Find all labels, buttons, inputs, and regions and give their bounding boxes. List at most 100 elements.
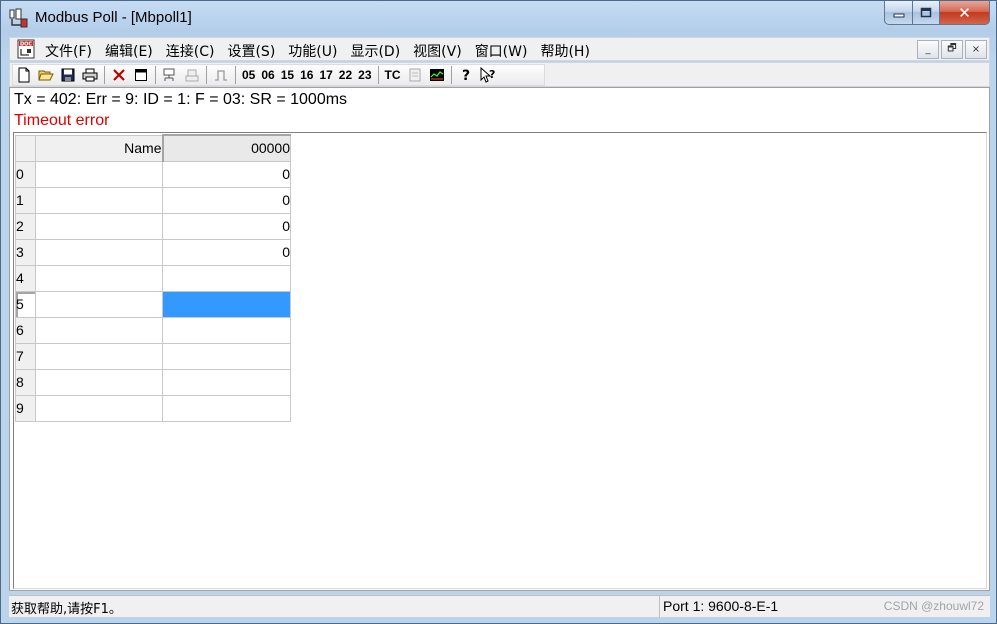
print-button[interactable] (79, 65, 101, 85)
name-cell[interactable] (35, 212, 163, 240)
name-cell[interactable] (35, 394, 163, 422)
help-question-icon: ? (462, 68, 470, 83)
row-header[interactable]: 4 (15, 264, 36, 292)
traffic-button[interactable] (404, 65, 426, 85)
help-button[interactable]: ? (455, 65, 477, 85)
tc-button[interactable]: TC (382, 68, 404, 82)
chart-button[interactable] (426, 65, 448, 85)
title-bar[interactable]: Modbus Poll - [Mbpoll1] ✕ (1, 1, 996, 35)
value-cell[interactable] (162, 264, 291, 292)
window-controls: ✕ (884, 1, 990, 25)
menu-setup[interactable]: 设置(S) (226, 41, 282, 61)
mdi-close-button[interactable]: × (965, 40, 987, 59)
toolbar-separator (104, 66, 105, 84)
mdi-minimize-button[interactable]: _ (917, 40, 939, 59)
fc-16-button[interactable]: 16 (297, 68, 316, 82)
single-read-button[interactable] (210, 65, 232, 85)
name-column-header[interactable]: Name (35, 134, 163, 162)
window-button[interactable] (130, 65, 152, 85)
table-row: 3 0 (15, 238, 291, 266)
table-row: 2 0 (15, 212, 291, 240)
minimize-icon (893, 13, 904, 17)
minimize-button[interactable] (884, 1, 913, 25)
menu-file[interactable]: 文件(F) (44, 41, 99, 61)
menu-functions[interactable]: 功能(U) (287, 41, 344, 61)
new-button[interactable] (13, 65, 35, 85)
mdi-close-icon: × (971, 44, 981, 55)
printer-icon (82, 68, 98, 82)
value-cell[interactable]: 0 (162, 186, 291, 214)
fc-23-button[interactable]: 23 (355, 68, 374, 82)
grid-corner-cell[interactable] (15, 134, 36, 162)
traffic-monitor-icon (409, 68, 421, 82)
document-menu-icon[interactable]: DOC (16, 39, 36, 59)
name-cell[interactable] (35, 238, 163, 266)
name-cell[interactable] (35, 264, 163, 292)
menu-bar: DOC 文件(F) 编辑(E) 连接(C) 设置(S) 功能(U) 显示(D) … (9, 37, 990, 61)
name-cell[interactable] (35, 290, 163, 318)
mdi-controls: _ 🗗 × (917, 40, 987, 59)
fc-15-button[interactable]: 15 (278, 68, 297, 82)
close-button[interactable]: ✕ (940, 1, 990, 25)
table-row: 5 (15, 290, 291, 318)
poll-status-text: Tx = 402: Err = 9: ID = 1: F = 03: SR = … (14, 91, 348, 108)
save-button[interactable] (57, 65, 79, 85)
toolbar-separator (377, 66, 379, 84)
help-hint-text: 获取帮助,请按F1。 (11, 602, 122, 617)
delete-button[interactable] (108, 65, 130, 85)
value-cell[interactable] (162, 342, 291, 370)
value-cell[interactable]: 0 (162, 238, 291, 266)
context-help-button[interactable]: ? (477, 65, 499, 85)
value-cell[interactable]: 0 (162, 212, 291, 240)
row-header[interactable]: 6 (15, 316, 36, 344)
value-cell[interactable]: 0 (162, 160, 291, 188)
document-area: Tx = 402: Err = 9: ID = 1: F = 03: SR = … (9, 87, 990, 591)
value-cell[interactable] (162, 368, 291, 396)
table-row: 7 (15, 342, 291, 370)
row-header[interactable]: 0 (15, 160, 36, 188)
fc-17-button[interactable]: 17 (316, 68, 335, 82)
save-disk-icon (61, 68, 75, 82)
name-cell[interactable] (35, 368, 163, 396)
delete-x-icon (113, 69, 125, 81)
selected-value-cell[interactable] (162, 290, 291, 318)
open-button[interactable] (35, 65, 57, 85)
context-help-icon: ? (480, 67, 495, 83)
row-header[interactable]: 8 (15, 368, 36, 396)
row-header[interactable]: 1 (15, 186, 36, 214)
name-cell[interactable] (35, 186, 163, 214)
row-header[interactable]: 2 (15, 212, 36, 240)
row-header[interactable]: 3 (15, 238, 36, 266)
fc-06-button[interactable]: 06 (258, 68, 277, 82)
row-header[interactable]: 7 (15, 342, 36, 370)
toolbar-separator (155, 66, 156, 84)
name-cell[interactable] (35, 316, 163, 344)
menu-view[interactable]: 视图(V) (412, 41, 469, 61)
mdi-restore-button[interactable]: 🗗 (941, 40, 963, 59)
row-header-active[interactable]: 5 (15, 290, 36, 318)
maximize-button[interactable] (913, 1, 940, 25)
value-cell[interactable] (162, 316, 291, 344)
modbus-app-icon[interactable] (8, 7, 30, 29)
menu-window[interactable]: 窗口(W) (474, 41, 535, 61)
address-column-header[interactable]: 00000 (161, 134, 291, 162)
table-row: 8 (15, 368, 291, 396)
status-bar: 获取帮助,请按F1。 Port 1: 9600-8-E-1 CSDN @zhou… (9, 595, 990, 618)
connect-button[interactable] (159, 65, 181, 85)
row-header[interactable]: 9 (15, 394, 36, 422)
menu-display[interactable]: 显示(D) (349, 41, 407, 61)
fc-22-button[interactable]: 22 (336, 68, 355, 82)
connect-icon (163, 68, 175, 81)
csdn-watermark: CSDN @zhouwl72 (883, 599, 984, 613)
disconnect-button[interactable] (181, 65, 203, 85)
menu-edit[interactable]: 编辑(E) (104, 41, 160, 61)
toolbar-separator (206, 66, 207, 84)
value-cell[interactable] (162, 394, 291, 422)
name-cell[interactable] (35, 160, 163, 188)
fc-05-button[interactable]: 05 (239, 68, 258, 82)
menu-help[interactable]: 帮助(H) (539, 41, 596, 61)
menu-connection[interactable]: 连接(C) (165, 41, 222, 61)
table-row: 6 (15, 316, 291, 344)
app-window: Modbus Poll - [Mbpoll1] ✕ DOC 文件(F) 编辑(E… (0, 0, 997, 624)
name-cell[interactable] (35, 342, 163, 370)
